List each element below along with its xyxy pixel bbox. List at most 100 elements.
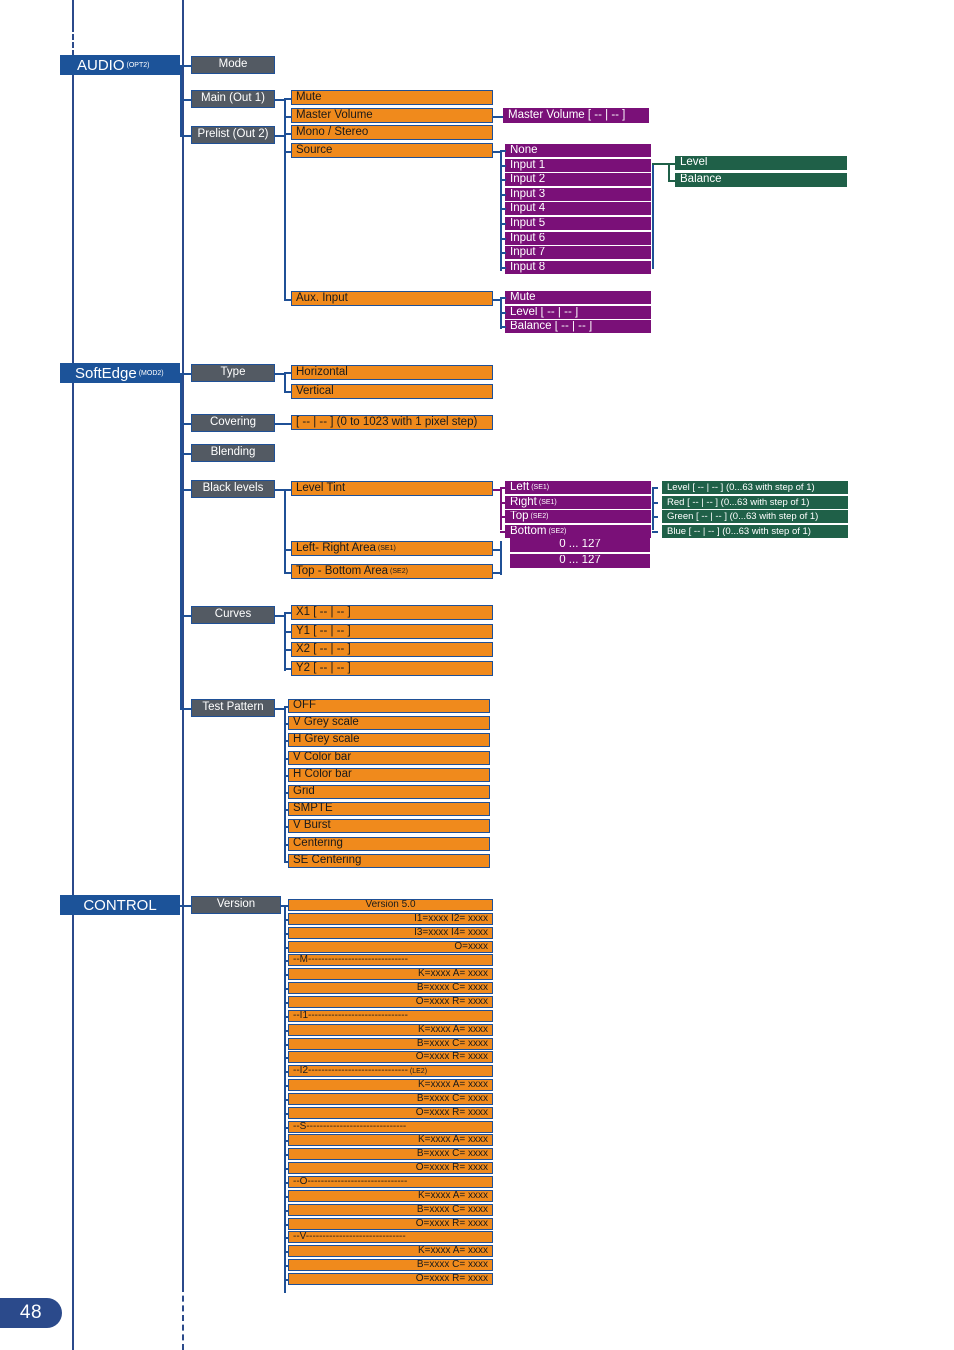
source-option-8[interactable]: Input 8 xyxy=(505,261,651,274)
connector-source-option-8 xyxy=(500,267,506,269)
test-pattern-1-label: V Grey scale xyxy=(293,716,359,729)
source-option-3[interactable]: Input 3 xyxy=(505,188,651,201)
page-number-badge: 48 xyxy=(0,1298,62,1328)
aux-param-0[interactable]: Mute xyxy=(505,291,651,304)
menu-item-aux-input[interactable]: Aux. Input xyxy=(291,291,493,306)
section-header-audio[interactable]: AUDIO (OPT2) xyxy=(60,55,180,75)
test-pattern-8[interactable]: Centering xyxy=(288,837,490,851)
page-guide-mid-top xyxy=(182,0,184,1286)
version-line-19: O=xxxx R= xxxx xyxy=(288,1162,493,1174)
menu-item-source[interactable]: Source xyxy=(291,143,493,158)
version-line-20-label: --O------------------------------ xyxy=(293,1176,408,1187)
connector-covering-value xyxy=(275,423,292,425)
curve-param-1[interactable]: Y1 [ -- | -- ] xyxy=(291,624,493,639)
source-option-2-label: Input 2 xyxy=(510,173,546,185)
option-horizontal[interactable]: Horizontal xyxy=(291,365,493,380)
version-line-26-label: B=xxxx C= xxxx xyxy=(416,1259,488,1270)
version-line-1: I1=xxxx I2= xxxx xyxy=(288,913,493,925)
test-pattern-4[interactable]: H Color bar xyxy=(288,768,490,782)
version-line-23-label: O=xxxx R= xxxx xyxy=(415,1218,488,1229)
connector-master-volume-value xyxy=(493,116,503,118)
page-guide-mid-dashed xyxy=(182,1286,184,1350)
section-header-control[interactable]: CONTROL xyxy=(60,895,180,915)
test-pattern-0[interactable]: OFF xyxy=(288,699,490,713)
version-line-19-label: O=xxxx R= xxxx xyxy=(415,1162,488,1173)
menu-item-master-volume[interactable]: Master Volume xyxy=(291,108,493,123)
version-line-2: I3=xxxx I4= xxxx xyxy=(288,927,493,939)
level-tint-edge-3-sup: (SE2) xyxy=(548,528,567,535)
test-pattern-6[interactable]: SMPTE xyxy=(288,802,490,816)
aux-param-2[interactable]: Balance [ -- | -- ] xyxy=(505,320,651,333)
menu-item-level-tint[interactable]: Level Tint xyxy=(291,481,493,496)
connector-source-option-5 xyxy=(500,223,506,225)
connector-curve-param-3 xyxy=(284,668,292,670)
version-line-14: B=xxxx C= xxxx xyxy=(288,1093,493,1105)
source-option-1[interactable]: Input 1 xyxy=(505,159,651,172)
level-tint-value-1: Red [ -- | -- ] (0...63 with step of 1) xyxy=(662,496,848,509)
test-pattern-9[interactable]: SE Centering xyxy=(288,854,490,868)
menu-item-mono-stereo[interactable]: Mono / Stereo xyxy=(291,125,493,140)
source-option-4[interactable]: Input 4 xyxy=(505,202,651,215)
menu-item-left-right-area[interactable]: Left- Right Area (SE1) xyxy=(291,541,493,556)
menu-item-blending[interactable]: Blending xyxy=(191,444,275,462)
version-line-12-sup: (LE2) xyxy=(409,1067,428,1075)
source-option-5-label: Input 5 xyxy=(510,217,546,229)
source-option-5[interactable]: Input 5 xyxy=(505,217,651,230)
connector-areas-stub-1 xyxy=(493,549,501,551)
source-option-2[interactable]: Input 2 xyxy=(505,173,651,186)
connector-test-pattern-7 xyxy=(284,826,289,828)
level-tint-edge-0[interactable]: Left (SE1) xyxy=(505,481,651,494)
menu-item-top-bottom-area[interactable]: Top - Bottom Area (SE2) xyxy=(291,564,493,579)
level-tint-edge-0-sup: (SE1) xyxy=(531,484,550,491)
level-tint-edge-2[interactable]: Top (SE2) xyxy=(505,510,651,523)
source-option-6[interactable]: Input 6 xyxy=(505,232,651,245)
menu-item-version[interactable]: Version xyxy=(191,896,281,914)
menu-item-prelist-out2[interactable]: Prelist (Out 2) xyxy=(191,126,275,144)
option-vertical[interactable]: Vertical xyxy=(291,384,493,399)
menu-item-type[interactable]: Type xyxy=(191,364,275,382)
connector-level-tint-edge-2 xyxy=(500,516,506,518)
version-line-4-label: --M------------------------------ xyxy=(293,954,408,965)
version-line-13: K=xxxx A= xxxx xyxy=(288,1079,493,1091)
version-line-11: O=xxxx R= xxxx xyxy=(288,1051,493,1063)
menu-item-left-right-area-label: Left- Right Area xyxy=(296,541,376,554)
connector-test-pattern-6 xyxy=(284,809,289,811)
section-header-softedge[interactable]: SoftEdge (MOD2) xyxy=(60,363,180,383)
menu-item-curves[interactable]: Curves xyxy=(191,606,275,624)
test-pattern-1[interactable]: V Grey scale xyxy=(288,716,490,730)
connector-leveltint-stub xyxy=(493,489,501,491)
test-pattern-7[interactable]: V Burst xyxy=(288,819,490,833)
connector-version-line-4 xyxy=(284,960,289,962)
level-tint-edge-3[interactable]: Bottom (SE2) xyxy=(505,525,651,538)
source-option-7[interactable]: Input 7 xyxy=(505,246,651,259)
value-covering-range[interactable]: [ -- | -- ] (0 to 1023 with 1 pixel step… xyxy=(291,415,493,430)
level-tint-value-0: Level [ -- | -- ] (0...63 with step of 1… xyxy=(662,481,848,494)
source-option-8-label: Input 8 xyxy=(510,261,546,273)
curve-param-0[interactable]: X1 [ -- | -- ] xyxy=(291,605,493,620)
level-tint-edge-1[interactable]: Right (SE1) xyxy=(505,496,651,509)
curve-param-3[interactable]: Y2 [ -- | -- ] xyxy=(291,661,493,676)
menu-item-test-pattern[interactable]: Test Pattern xyxy=(191,699,275,717)
connector-version-line-2 xyxy=(284,933,289,935)
menu-item-black-levels[interactable]: Black levels xyxy=(191,480,275,498)
menu-item-main-out1-label: Main (Out 1) xyxy=(201,92,265,105)
connector-test-pattern-5 xyxy=(284,792,289,794)
test-pattern-2[interactable]: H Grey scale xyxy=(288,733,490,747)
connector-test-pattern-1 xyxy=(284,723,289,725)
version-line-18-label: B=xxxx C= xxxx xyxy=(416,1148,488,1159)
test-pattern-3[interactable]: V Color bar xyxy=(288,751,490,765)
menu-item-mode[interactable]: Mode xyxy=(191,56,275,74)
connector-version-line-7 xyxy=(284,1002,289,1004)
connector-prelist-stub xyxy=(275,135,285,137)
connector-source-option-1 xyxy=(500,165,506,167)
menu-item-covering[interactable]: Covering xyxy=(191,414,275,432)
level-tint-value-1-label: Red [ -- | -- ] (0...63 with step of 1) xyxy=(667,496,810,508)
version-line-21-label: K=xxxx A= xxxx xyxy=(417,1190,488,1201)
menu-item-main-out1[interactable]: Main (Out 1) xyxy=(191,90,275,108)
curve-param-2[interactable]: X2 [ -- | -- ] xyxy=(291,642,493,657)
version-line-10-label: B=xxxx C= xxxx xyxy=(416,1038,488,1049)
menu-item-mute[interactable]: Mute xyxy=(291,90,493,105)
test-pattern-5[interactable]: Grid xyxy=(288,785,490,799)
aux-param-1[interactable]: Level [ -- | -- ] xyxy=(505,306,651,319)
source-option-0[interactable]: None xyxy=(505,144,651,157)
